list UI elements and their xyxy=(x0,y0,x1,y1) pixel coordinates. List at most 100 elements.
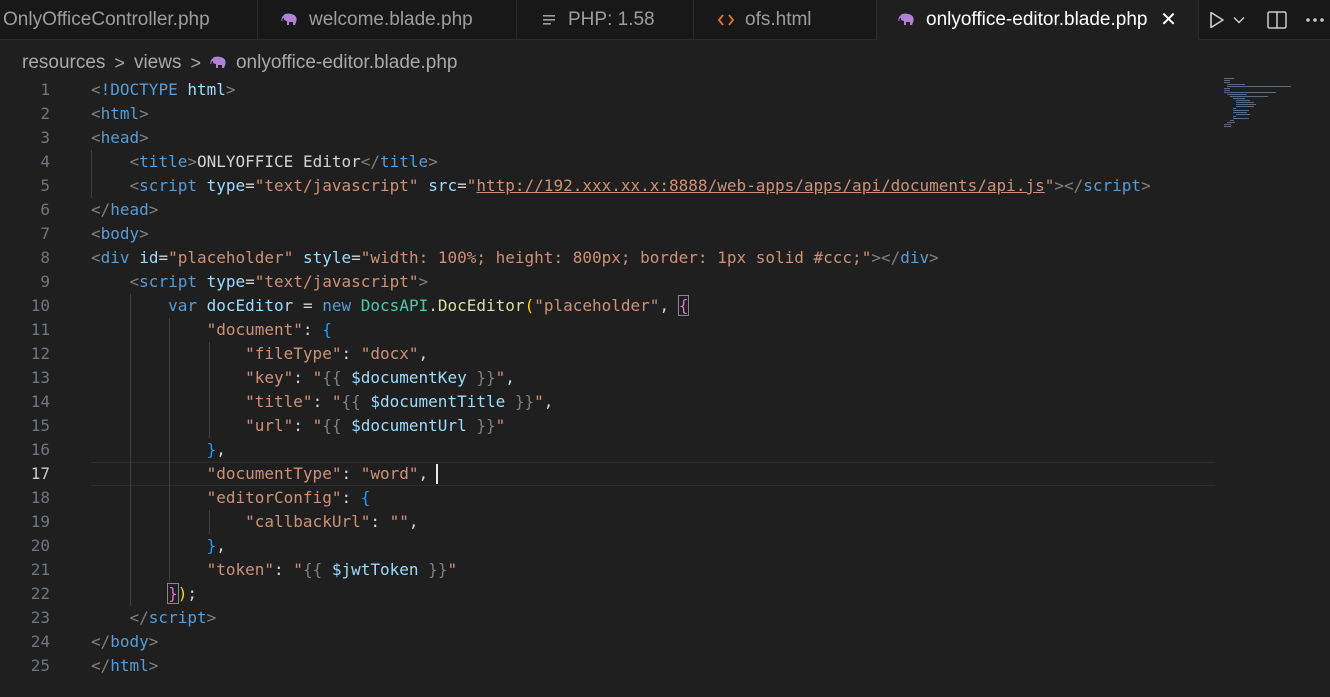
code-text: <!DOCTYPE html> xyxy=(91,78,236,102)
code-token: body xyxy=(110,632,149,651)
code-line[interactable]: 19 "callbackUrl": "", xyxy=(0,510,1215,534)
tab-php-outline[interactable]: PHP: 1.58 xyxy=(517,0,694,40)
code-text: <html> xyxy=(91,102,149,126)
code-line[interactable]: 16 }, xyxy=(0,438,1215,462)
code-line[interactable]: 6 </head> xyxy=(0,198,1215,222)
breadcrumb-separator: > xyxy=(190,52,201,73)
code-token: > xyxy=(139,224,149,243)
code-token: " xyxy=(495,416,506,435)
code-token: , xyxy=(418,344,429,363)
code-text: }, xyxy=(91,438,226,462)
code-line[interactable]: 17 "documentType": "word", xyxy=(0,462,1215,486)
breadcrumb-item-file[interactable]: onlyoffice-editor.blade.php xyxy=(236,52,457,74)
code-line[interactable]: 10 var docEditor = new DocsAPI.DocEditor… xyxy=(0,294,1215,318)
code-line[interactable]: 23 </script> xyxy=(0,606,1215,630)
code-line[interactable]: 13 "key": "{{ $documentKey }}", xyxy=(0,366,1215,390)
code-token: : xyxy=(274,560,294,579)
tab-label: PHP: 1.58 xyxy=(568,9,655,30)
tab-label: welcome.blade.php xyxy=(309,9,473,30)
line-number: 24 xyxy=(30,632,50,651)
code-token: > xyxy=(139,128,149,147)
code-line[interactable]: 7 <body> xyxy=(0,222,1215,246)
code-token: > xyxy=(148,656,159,675)
code-text: "editorConfig": { xyxy=(91,486,371,510)
line-number: 2 xyxy=(40,104,50,123)
tab-ofs-html[interactable]: ofs.html xyxy=(694,0,877,40)
breadcrumb-item-views[interactable]: views xyxy=(134,52,182,74)
code-token: } xyxy=(206,440,217,459)
code-token: , xyxy=(505,368,515,387)
code-token: < xyxy=(129,176,140,195)
code-text: }); xyxy=(91,582,197,606)
code-text: "token": "{{ $jwtToken }}" xyxy=(91,558,458,582)
code-token: " xyxy=(1044,176,1055,195)
code-token: "text/javascript" xyxy=(254,176,419,195)
code-line[interactable]: 5 <script type="text/javascript" src="ht… xyxy=(0,174,1215,198)
code-token: : xyxy=(341,488,361,507)
code-token: : xyxy=(341,344,361,363)
code-token: DocsAPI xyxy=(360,296,429,315)
code-token: < xyxy=(91,104,101,123)
line-number: 7 xyxy=(40,224,50,243)
code-line[interactable]: 18 "editorConfig": { xyxy=(0,486,1215,510)
line-number: 21 xyxy=(30,560,50,579)
close-icon[interactable]: ✕ xyxy=(1159,7,1177,32)
code-token: } xyxy=(206,536,217,555)
breadcrumb-item-resources[interactable]: resources xyxy=(22,52,105,74)
code-token: = xyxy=(245,176,255,195)
code-line[interactable]: 11 "document": { xyxy=(0,318,1215,342)
code-line[interactable]: 9 <script type="text/javascript"> xyxy=(0,270,1215,294)
html-code-icon xyxy=(716,13,736,27)
minimap[interactable] xyxy=(1222,78,1292,138)
code-token: {{ xyxy=(322,368,352,387)
code-line[interactable]: 8 <div id="placeholder" style="width: 100… xyxy=(0,246,1215,270)
chevron-down-icon[interactable] xyxy=(1230,16,1248,24)
code-token: </ xyxy=(91,656,111,675)
code-line[interactable]: 2 <html> xyxy=(0,102,1215,126)
line-number: 25 xyxy=(30,656,50,675)
code-line[interactable]: 12 "fileType": "docx", xyxy=(0,342,1215,366)
code-line[interactable]: 1 <!DOCTYPE html> xyxy=(0,78,1215,102)
code-token: " xyxy=(312,416,323,435)
code-line[interactable]: 14 "title": "{{ $documentTitle }}", xyxy=(0,390,1215,414)
code-token: html xyxy=(100,104,140,123)
run-play-icon[interactable] xyxy=(1206,11,1228,29)
tab-welcome-blade[interactable]: welcome.blade.php xyxy=(258,0,517,40)
code-token: script xyxy=(139,272,197,291)
code-line[interactable]: 4 <title>ONLYOFFICE Editor</title> xyxy=(0,150,1215,174)
split-editor-icon[interactable] xyxy=(1266,11,1288,29)
code-line[interactable]: 22 }); xyxy=(0,582,1215,606)
line-number: 10 xyxy=(30,296,50,315)
code-token: { xyxy=(360,488,371,507)
code-line[interactable]: 15 "url": "{{ $documentUrl }}" xyxy=(0,414,1215,438)
code-token: docEditor xyxy=(206,296,294,315)
code-editor[interactable]: 1 <!DOCTYPE html> 2 <html> 3 <head> 4 <title>O… xyxy=(0,78,1330,697)
code-text: <body> xyxy=(91,222,149,246)
code-line[interactable]: 25 </html> xyxy=(0,654,1215,678)
code-token: body xyxy=(100,224,140,243)
code-token: DocEditor xyxy=(437,296,525,315)
more-actions-icon[interactable] xyxy=(1304,17,1326,23)
tab-onlyoffice-editor-blade[interactable]: onlyoffice-editor.blade.php ✕ xyxy=(877,0,1199,40)
code-line[interactable]: 21 "token": "{{ $jwtToken }}" xyxy=(0,558,1215,582)
code-text: "documentType": "word", xyxy=(91,462,429,486)
code-text: "fileType": "docx", xyxy=(91,342,428,366)
code-line[interactable]: 20 }, xyxy=(0,534,1215,558)
code-token: title xyxy=(380,152,429,171)
code-token: = xyxy=(457,176,467,195)
line-number: 22 xyxy=(30,584,50,603)
tab-onlyofficecontroller[interactable]: OnlyOfficeController.php xyxy=(0,0,258,40)
code-line[interactable]: 3 <head> xyxy=(0,126,1215,150)
code-line[interactable]: 24 </body> xyxy=(0,630,1215,654)
code-token: , xyxy=(543,392,554,411)
